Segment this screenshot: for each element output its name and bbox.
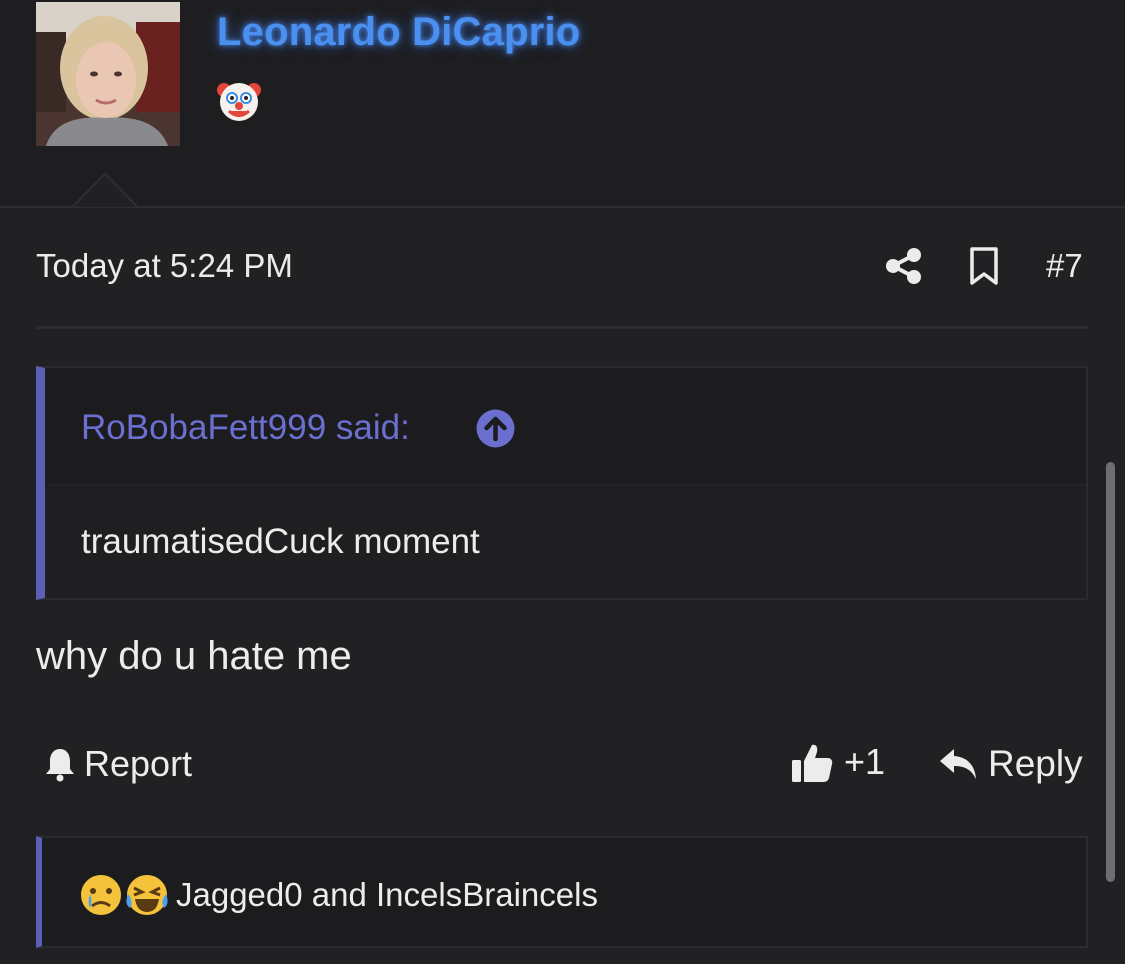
post-message-text: why do u hate me	[36, 634, 352, 678]
reaction-users-link[interactable]: Jagged0 and IncelsBraincels	[176, 876, 598, 914]
crying-face-icon[interactable]	[78, 872, 124, 918]
arrow-up-circle-icon[interactable]	[476, 409, 515, 448]
reply-label: Reply	[988, 743, 1083, 784]
forum-post-page: Leonardo DiCaprio Today at 5:24 PM #7 Ro…	[0, 0, 1125, 964]
report-button[interactable]: Report	[44, 742, 192, 786]
user-info-block: Leonardo DiCaprio	[0, 0, 1125, 208]
thumbs-up-icon	[792, 744, 833, 782]
like-button[interactable]: +1	[790, 738, 885, 786]
reply-arrow-icon	[940, 749, 976, 779]
meta-divider	[36, 326, 1088, 329]
scrollbar-thumb[interactable]	[1106, 462, 1115, 882]
clown-face-icon	[217, 83, 261, 121]
username-link[interactable]: Leonardo DiCaprio	[217, 10, 580, 55]
like-count: +1	[844, 741, 886, 782]
share-icon[interactable]	[884, 246, 922, 286]
reactions-bar: Jagged0 and IncelsBraincels	[36, 836, 1088, 948]
quote-author-link[interactable]: RoBobaFett999 said:	[81, 408, 410, 448]
quote-header: RoBobaFett999 said:	[45, 368, 1086, 485]
report-label: Report	[84, 743, 193, 784]
post-number-link[interactable]: #7	[1046, 247, 1083, 285]
quote-block: RoBobaFett999 said: traumatisedCuck mome…	[36, 366, 1088, 600]
avatar-image	[36, 2, 180, 146]
reply-button[interactable]: Reply	[938, 742, 1083, 786]
laughing-tears-face-icon[interactable]	[124, 872, 170, 918]
post-timestamp[interactable]: Today at 5:24 PM	[36, 247, 293, 285]
bell-icon	[46, 749, 74, 782]
bookmark-icon[interactable]	[967, 246, 1001, 286]
quote-body-text: traumatisedCuck moment	[81, 522, 480, 561]
reaction-icons	[78, 872, 170, 918]
user-avatar[interactable]	[36, 2, 180, 146]
